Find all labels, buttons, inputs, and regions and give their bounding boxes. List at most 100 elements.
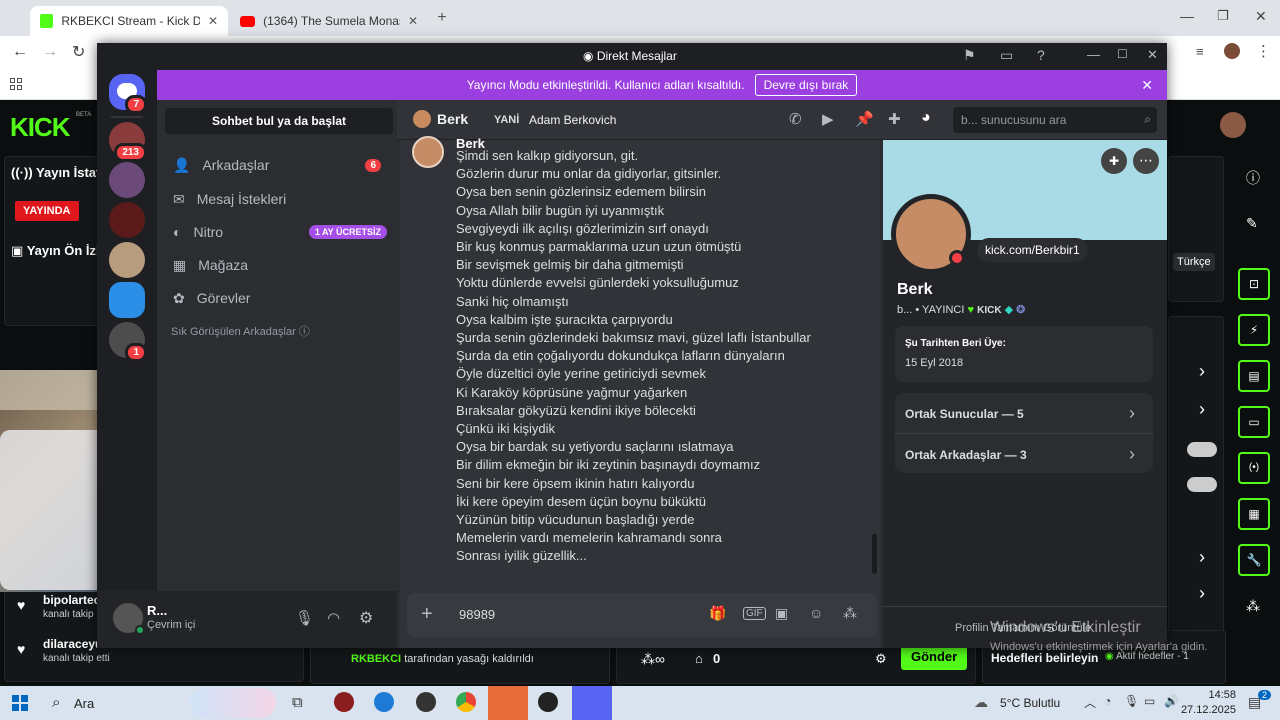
volume-icon[interactable]: 🔊 bbox=[1164, 694, 1179, 708]
message-line: Sonrası iyilik güzellik... bbox=[456, 548, 587, 564]
edit-icon[interactable]: ✎ bbox=[1246, 215, 1258, 232]
windows-start-icon[interactable] bbox=[12, 695, 28, 711]
nav-message-requests[interactable]: ✉ Mesaj İstekleri bbox=[165, 182, 391, 216]
new-tab-icon[interactable]: + bbox=[432, 8, 452, 28]
toggle-switch[interactable] bbox=[1187, 477, 1217, 492]
close-window-icon[interactable]: ✕ bbox=[1255, 8, 1267, 25]
add-attachment-icon[interactable]: + bbox=[421, 603, 433, 626]
app-icon[interactable] bbox=[334, 692, 354, 712]
broadcast-tool-icon[interactable]: (•) bbox=[1238, 452, 1270, 484]
custom-status-link[interactable]: kick.com/Berkbir1 bbox=[977, 238, 1088, 262]
nav-quests[interactable]: ✿ Görevler bbox=[165, 281, 391, 315]
settings-icon[interactable]: ⚙ bbox=[359, 608, 373, 628]
nav-nitro[interactable]: ◐ Nitro 1 AY ÜCRETSİZ bbox=[165, 215, 391, 249]
voice-call-icon[interactable]: ✆ bbox=[789, 110, 802, 128]
close-tab-icon[interactable]: ✕ bbox=[408, 14, 418, 28]
message-input[interactable]: 98989 bbox=[459, 607, 495, 622]
disable-streamer-mode-button[interactable]: Devre dışı bırak bbox=[754, 74, 858, 96]
profile-toggle-icon[interactable]: ◕ bbox=[921, 109, 931, 127]
inbox-icon[interactable]: ⚑ bbox=[963, 47, 976, 64]
help-icon[interactable]: ? bbox=[1037, 47, 1045, 63]
gif-icon[interactable]: GIF bbox=[743, 607, 766, 620]
search-highlight[interactable] bbox=[190, 688, 276, 718]
notes-tool-icon[interactable]: ▤ bbox=[1238, 360, 1270, 392]
back-icon[interactable]: ← bbox=[12, 43, 28, 61]
battery-icon[interactable]: ▭ bbox=[1144, 694, 1155, 708]
close-tab-icon[interactable]: ✕ bbox=[208, 14, 218, 28]
mic-icon[interactable]: 🎙 bbox=[1124, 694, 1139, 708]
language-badge[interactable]: Türkçe bbox=[1173, 253, 1215, 271]
taskbar-app-active[interactable] bbox=[488, 686, 528, 720]
apps-grid-icon[interactable] bbox=[10, 78, 22, 90]
add-friend-icon[interactable]: ✚ bbox=[1101, 148, 1127, 174]
camera-tool-icon[interactable]: ⊡ bbox=[1238, 268, 1270, 300]
avatar[interactable] bbox=[412, 136, 444, 168]
scrollbar[interactable] bbox=[872, 534, 877, 574]
chevron-right-icon[interactable]: › bbox=[1199, 583, 1205, 604]
server-icon[interactable] bbox=[109, 282, 145, 318]
message-line: Yoktu dünlerde evvelsi günlerdeki yoksul… bbox=[456, 275, 739, 291]
chevron-right-icon[interactable]: › bbox=[1199, 399, 1205, 420]
search-icon[interactable]: ⌕ bbox=[52, 694, 60, 711]
obs-icon[interactable] bbox=[416, 692, 436, 712]
tray-icon[interactable]: ▭ bbox=[1000, 47, 1013, 64]
chat-tool-icon[interactable]: ▭ bbox=[1238, 406, 1270, 438]
headphones-icon[interactable]: ◠ bbox=[327, 609, 340, 627]
nav-friends[interactable]: 👤 Arkadaşlar 6 bbox=[165, 148, 391, 182]
add-friend-icon[interactable]: ✚ bbox=[888, 110, 901, 128]
pin-icon[interactable]: 📌 bbox=[855, 110, 874, 128]
server-icon[interactable]: 1 bbox=[109, 322, 147, 362]
server-icon[interactable]: 213 bbox=[109, 122, 147, 162]
chevron-right-icon[interactable]: › bbox=[1199, 547, 1205, 568]
forward-icon[interactable]: → bbox=[42, 43, 58, 61]
server-icon[interactable] bbox=[109, 242, 145, 278]
settings-icon[interactable]: ⚙ bbox=[875, 651, 887, 667]
restore-icon[interactable]: ❐ bbox=[1217, 8, 1229, 24]
reading-list-icon[interactable]: ≡ bbox=[1196, 44, 1204, 59]
wifi-icon[interactable]: ◔ bbox=[1104, 694, 1111, 708]
find-conversation-input[interactable]: Sohbet bul ya da başlat bbox=[165, 108, 393, 134]
mutual-friends-row[interactable]: Ortak Arkadaşlar — 3 bbox=[905, 448, 1027, 462]
apps-icon[interactable]: ⁂ bbox=[843, 605, 857, 622]
app-icon[interactable] bbox=[538, 692, 558, 712]
search-input[interactable]: b... sunucusunu ara ⌕ bbox=[953, 107, 1157, 133]
maximize-icon[interactable]: ☐ bbox=[1117, 47, 1128, 61]
close-banner-icon[interactable]: ✕ bbox=[1141, 77, 1153, 94]
edge-icon[interactable] bbox=[374, 692, 394, 712]
chrome-icon[interactable] bbox=[456, 692, 476, 712]
video-call-icon[interactable]: ▶ bbox=[822, 110, 834, 128]
microphone-icon[interactable]: 🎙 bbox=[295, 609, 314, 627]
discord-home-icon[interactable]: 7 bbox=[109, 74, 147, 114]
minimize-icon[interactable]: — bbox=[1180, 8, 1194, 24]
reload-icon[interactable]: ↻ bbox=[72, 42, 85, 62]
profile-avatar[interactable] bbox=[1224, 43, 1240, 59]
close-icon[interactable]: ✕ bbox=[1147, 47, 1158, 63]
server-icon[interactable] bbox=[109, 202, 145, 238]
minimize-icon[interactable]: — bbox=[1087, 47, 1100, 62]
task-view-icon[interactable]: ⧉ bbox=[292, 694, 303, 711]
menu-icon[interactable]: ⋮ bbox=[1256, 42, 1271, 60]
kick-logo[interactable]: KICK bbox=[10, 112, 71, 143]
more-options-icon[interactable]: ⋯ bbox=[1133, 148, 1159, 174]
chevron-right-icon[interactable]: › bbox=[1129, 403, 1135, 424]
sticker-icon[interactable]: ▣ bbox=[775, 605, 788, 622]
chevron-up-icon[interactable]: ︿ bbox=[1084, 694, 1096, 711]
info-icon[interactable]: ⓘ bbox=[1246, 168, 1260, 188]
emoji-icon[interactable]: ☺ bbox=[809, 605, 823, 621]
toggle-switch[interactable] bbox=[1187, 442, 1217, 457]
flash-tool-icon[interactable]: ⚡ bbox=[1238, 314, 1270, 346]
gift-icon[interactable]: 🎁 bbox=[709, 605, 726, 622]
tab-kick-dashboard[interactable]: RKBEKCI Stream - Kick Dashboa ✕ bbox=[30, 6, 228, 36]
wrench-tool-icon[interactable]: 🔧 bbox=[1238, 544, 1270, 576]
chevron-right-icon[interactable]: › bbox=[1199, 361, 1205, 382]
nav-shop[interactable]: ▦ Mağaza bbox=[165, 248, 391, 282]
more-tools-icon[interactable]: ⁂ bbox=[1246, 598, 1260, 615]
kick-avatar[interactable] bbox=[1220, 112, 1246, 138]
layout-tool-icon[interactable]: ▦ bbox=[1238, 498, 1270, 530]
chevron-right-icon[interactable]: › bbox=[1129, 444, 1135, 465]
mutual-servers-row[interactable]: Ortak Sunucular — 5 bbox=[905, 407, 1024, 421]
discord-taskbar-icon[interactable] bbox=[572, 686, 612, 720]
tab-youtube[interactable]: (1364) The Sumela Monastery e ✕ bbox=[230, 6, 428, 36]
message-line: Şimdi sen kalkıp gidiyorsun, git. bbox=[456, 148, 639, 163]
server-icon[interactable] bbox=[109, 162, 145, 198]
